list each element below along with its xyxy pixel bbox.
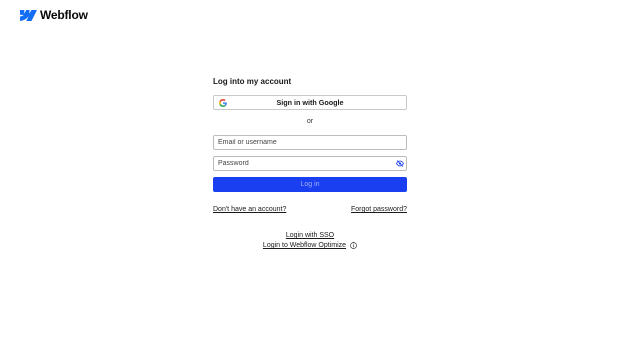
password-field[interactable] bbox=[213, 156, 407, 171]
auth-links-row: Don't have an account? Forgot password? bbox=[213, 206, 407, 213]
or-divider: or bbox=[306, 118, 314, 125]
optimize-login-link[interactable]: Login to Webflow Optimize bbox=[263, 242, 346, 249]
email-field[interactable] bbox=[213, 135, 407, 150]
page-title: Log into my account bbox=[213, 77, 292, 86]
webflow-w-icon bbox=[20, 9, 37, 21]
google-sign-in-button[interactable]: Sign in with Google bbox=[213, 95, 407, 110]
login-page: Webflow Log into my account Sign in with… bbox=[0, 0, 620, 343]
optimize-login-row: Login to Webflow Optimize bbox=[213, 242, 407, 249]
info-icon[interactable] bbox=[350, 242, 357, 249]
sso-link-container: Login with SSO bbox=[213, 224, 407, 242]
google-g-icon bbox=[219, 98, 227, 107]
login-form: Log into my account Sign in with Google … bbox=[213, 77, 407, 249]
signup-link[interactable]: Don't have an account? bbox=[213, 206, 286, 213]
forgot-password-link[interactable]: Forgot password? bbox=[351, 206, 407, 213]
log-in-button[interactable]: Log in bbox=[213, 177, 407, 192]
brand-name: Webflow bbox=[40, 8, 88, 22]
webflow-logo[interactable]: Webflow bbox=[20, 8, 88, 22]
sso-login-link[interactable]: Login with SSO bbox=[286, 232, 334, 239]
eye-off-icon[interactable] bbox=[396, 160, 404, 167]
google-button-label: Sign in with Google bbox=[276, 98, 344, 107]
